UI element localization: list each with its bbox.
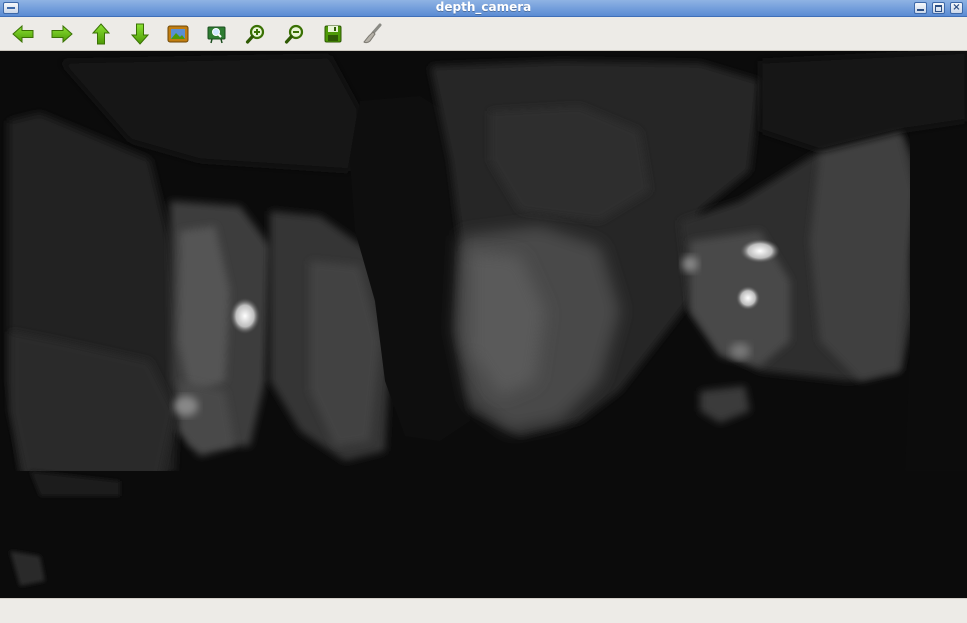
- status-bar: [0, 598, 967, 623]
- zoom-in-button[interactable]: [242, 21, 270, 47]
- pan-right-button[interactable]: [48, 21, 76, 47]
- zoom-out-icon: [284, 24, 304, 44]
- title-bar[interactable]: depth_camera ×: [0, 0, 967, 17]
- image-view[interactable]: [0, 51, 967, 598]
- pan-left-button[interactable]: [9, 21, 37, 47]
- brush-icon: [363, 23, 382, 44]
- arrow-up-icon: [91, 23, 111, 45]
- reset-zoom-button[interactable]: [164, 21, 192, 47]
- picture-icon: [167, 25, 189, 43]
- window-title: depth_camera: [435, 0, 532, 14]
- zoom-region-icon: [207, 26, 226, 44]
- arrow-left-icon: [12, 24, 34, 44]
- save-button[interactable]: [319, 21, 347, 47]
- zoom-in-icon: [245, 24, 265, 44]
- arrow-right-icon: [51, 24, 73, 44]
- pan-down-button[interactable]: [126, 21, 154, 47]
- zoom-out-button[interactable]: [281, 21, 309, 47]
- toolbar: [0, 17, 967, 51]
- zoom-region-button[interactable]: [203, 21, 231, 47]
- minimize-button[interactable]: [914, 2, 927, 14]
- pan-up-button[interactable]: [87, 21, 115, 47]
- save-icon: [324, 25, 342, 43]
- arrow-down-icon: [130, 23, 150, 45]
- close-button[interactable]: ×: [950, 2, 963, 14]
- depth-camera-window: depth_camera ×: [0, 0, 967, 623]
- maximize-button[interactable]: [932, 2, 945, 14]
- depth-map-image: [0, 51, 967, 598]
- properties-button[interactable]: [358, 21, 386, 47]
